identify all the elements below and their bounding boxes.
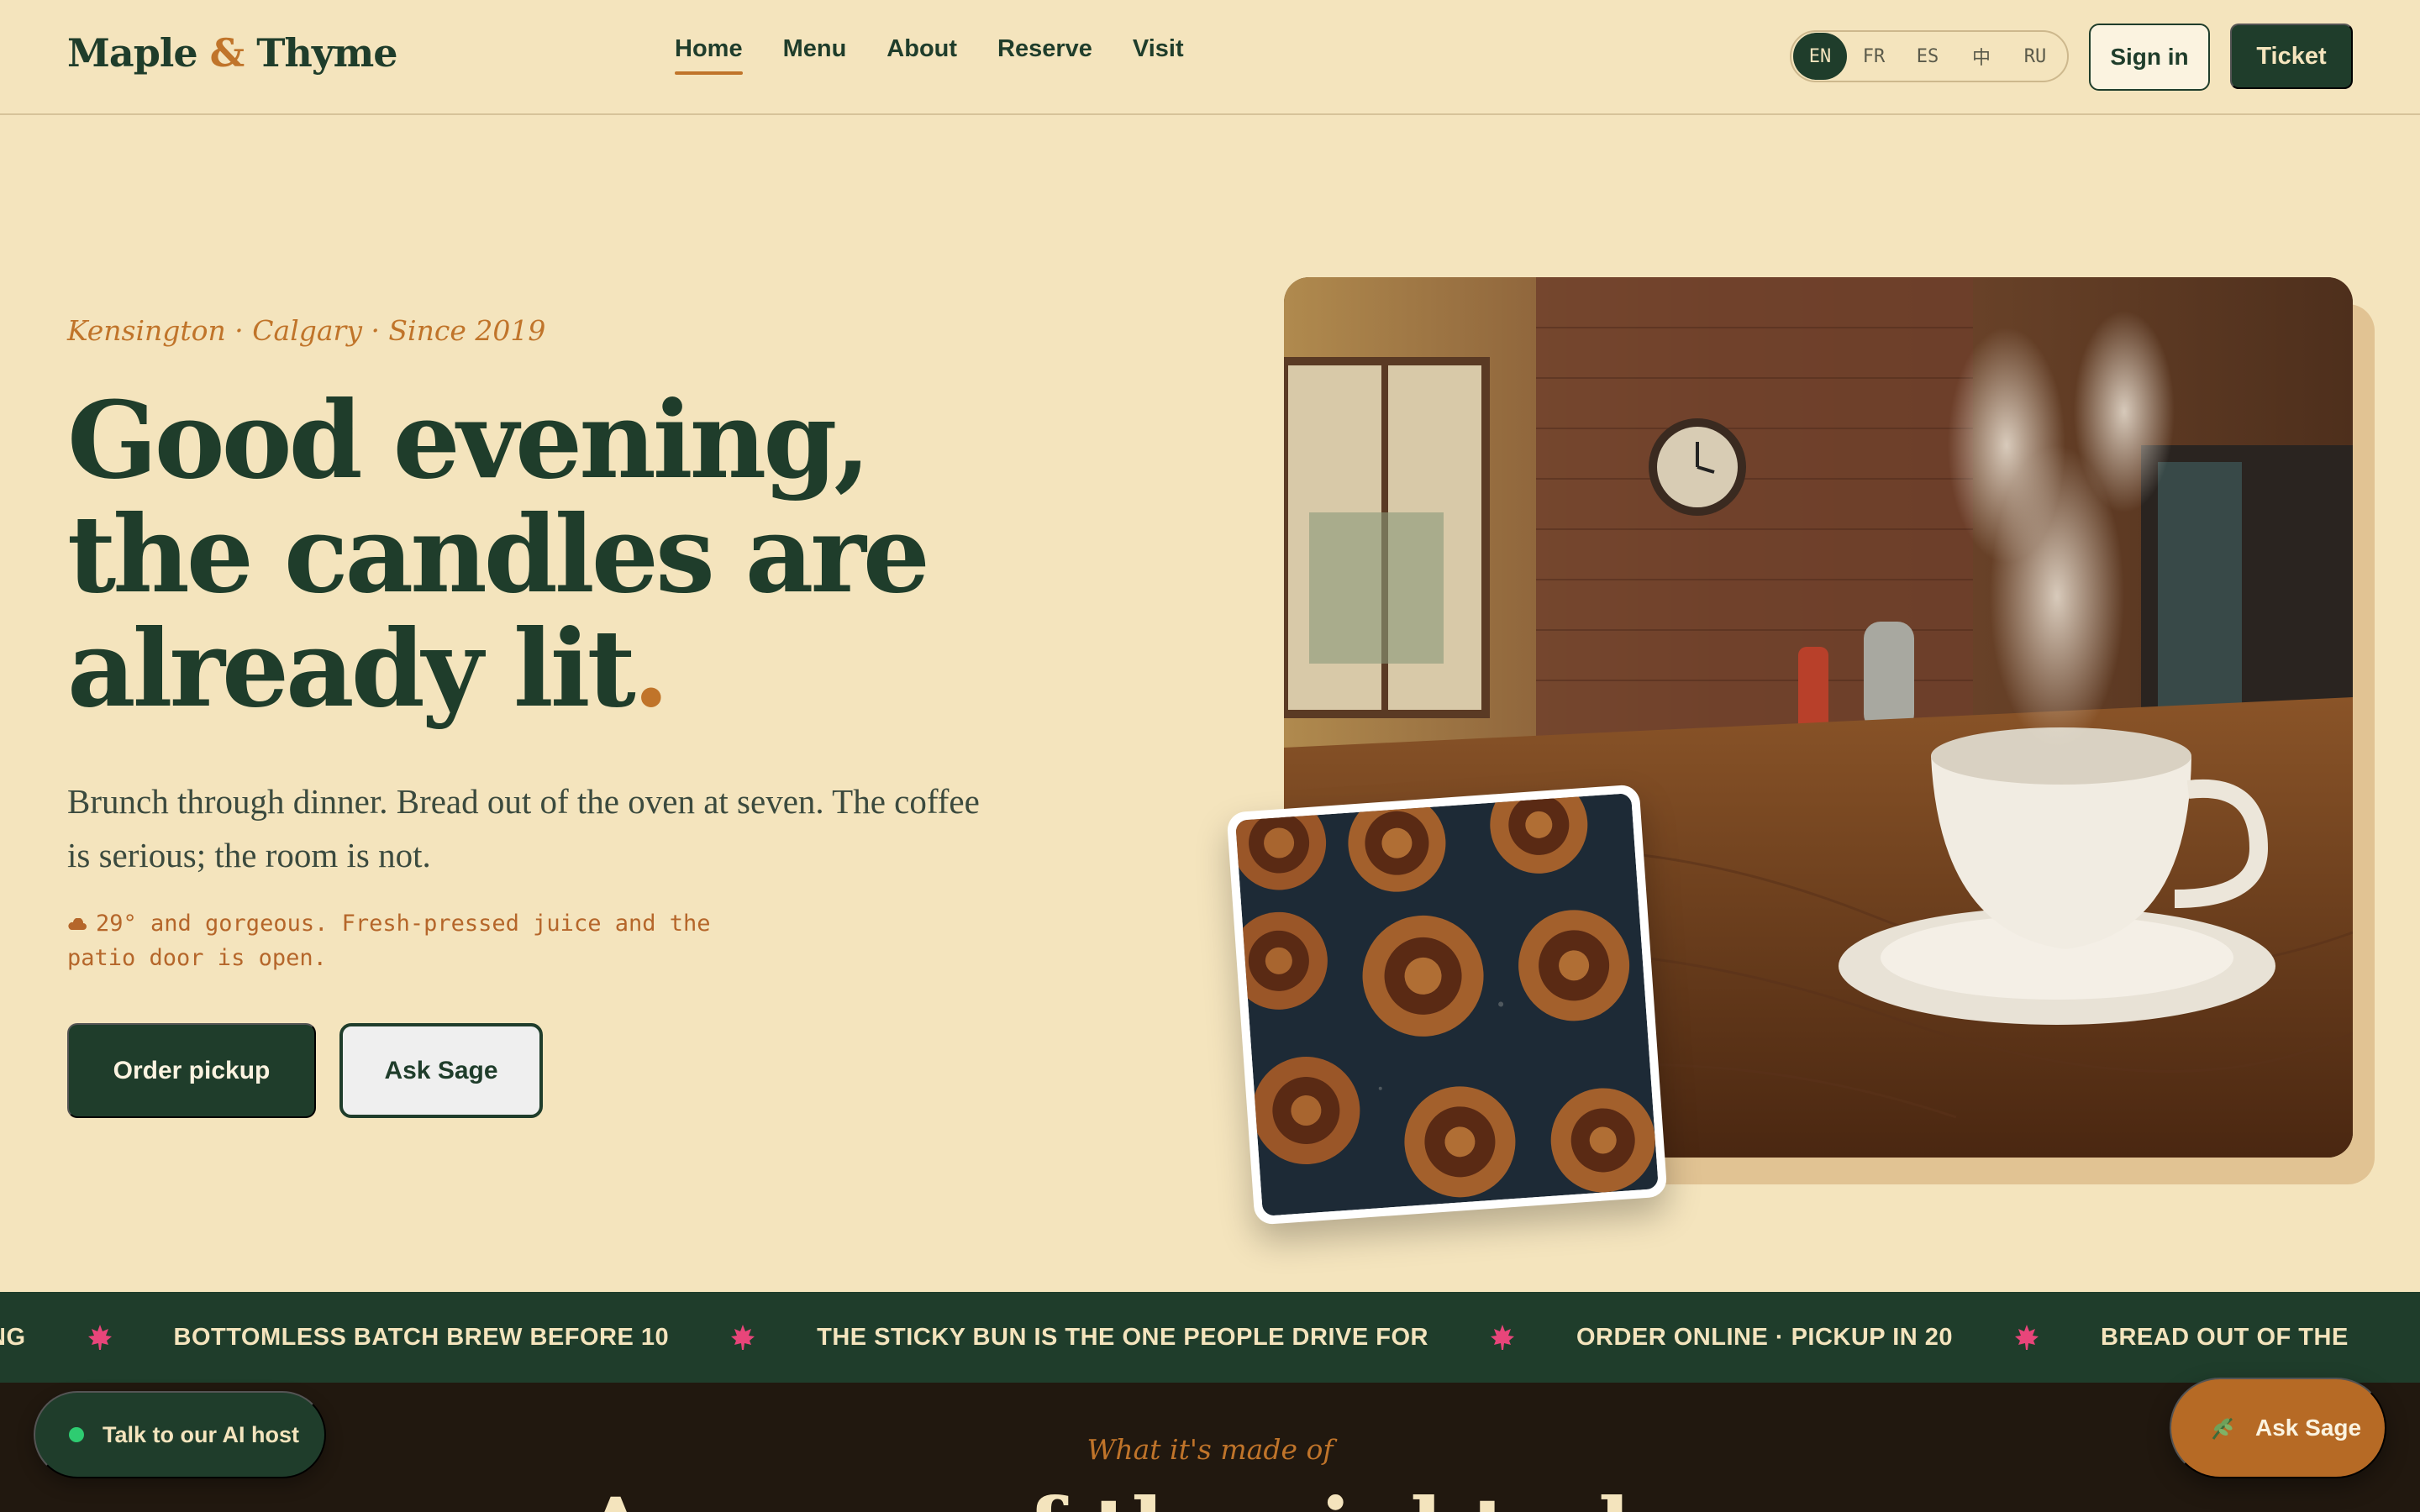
site-header: Maple & Thyme Home Menu About Reserve Vi… xyxy=(0,0,2420,115)
language-switcher: EN FR ES 中 RU xyxy=(1790,30,2069,82)
weather-line-1: 29° and gorgeous. Fresh-pressed juice an… xyxy=(96,911,711,937)
logo-word-2: Thyme xyxy=(256,30,397,76)
ask-sage-label: Ask Sage xyxy=(2255,1415,2362,1441)
logo-word-1: Maple xyxy=(67,30,198,76)
section-title: A menu of the right places xyxy=(0,1487,2420,1512)
logo[interactable]: Maple & Thyme xyxy=(67,30,398,76)
headline-line-2: the candles are xyxy=(67,492,930,617)
hero-eyebrow: Kensington · Calgary · Since 2019 xyxy=(67,314,546,347)
nav-home[interactable]: Home xyxy=(675,35,743,75)
headline-line-3: already lit xyxy=(67,606,636,731)
ask-sage-floating-button[interactable]: Ask Sage xyxy=(2170,1378,2386,1478)
hero-lead: Brunch through dinner. Bread out of the … xyxy=(67,782,980,874)
cinnamon-rolls-photo xyxy=(1226,784,1668,1226)
maple-leaf-icon xyxy=(87,1325,112,1350)
lang-en[interactable]: EN xyxy=(1793,33,1847,80)
order-pickup-button[interactable]: Order pickup xyxy=(67,1023,316,1118)
ai-host-button[interactable]: Talk to our AI host xyxy=(34,1391,326,1478)
logo-ampersand: & xyxy=(209,30,245,76)
headline-line-1: Good evening, xyxy=(67,378,871,502)
ticker-item: BOTTOMLESS BATCH BREW BEFORE 10 xyxy=(173,1323,670,1351)
maple-leaf-icon xyxy=(731,1325,755,1350)
ticker-item: BREAD OUT OF THE xyxy=(2101,1323,2349,1351)
cinnamon-rolls-image xyxy=(1235,793,1659,1216)
ticker-item: ORDER ONLINE · PICKUP IN 20 xyxy=(1576,1323,1954,1351)
ai-host-label: Talk to our AI host xyxy=(103,1421,299,1447)
lang-fr[interactable]: FR xyxy=(1847,33,1901,80)
main-nav: Home Menu About Reserve Visit xyxy=(675,35,1224,75)
sprig-icon xyxy=(2208,1414,2237,1442)
lang-es[interactable]: ES xyxy=(1901,33,1954,80)
lang-zh[interactable]: 中 xyxy=(1954,33,2008,80)
headline-dot: . xyxy=(632,606,670,731)
announcement-ticker: NG BOTTOMLESS BATCH BREW BEFORE 10 THE S… xyxy=(0,1292,2420,1383)
nav-reserve[interactable]: Reserve xyxy=(997,35,1092,75)
online-status-dot xyxy=(69,1427,84,1442)
ticket-button[interactable]: Ticket xyxy=(2230,24,2353,89)
ticker-track: NG BOTTOMLESS BATCH BREW BEFORE 10 THE S… xyxy=(0,1292,2411,1383)
section-eyebrow: What it's made of xyxy=(1086,1433,1334,1466)
ticker-item: THE STICKY BUN IS THE ONE PEOPLE DRIVE F… xyxy=(817,1323,1428,1351)
nav-menu[interactable]: Menu xyxy=(783,35,847,75)
nav-about[interactable]: About xyxy=(886,35,957,75)
weather-line-2: patio door is open. xyxy=(67,944,327,971)
cloud-icon xyxy=(67,908,87,942)
ask-sage-hero-button[interactable]: Ask Sage xyxy=(339,1023,543,1118)
maple-leaf-icon xyxy=(2015,1325,2039,1350)
lang-ru[interactable]: RU xyxy=(2008,33,2062,80)
nav-visit[interactable]: Visit xyxy=(1133,35,1184,75)
maple-leaf-icon xyxy=(1490,1325,1514,1350)
weather-note: 29° and gorgeous. Fresh-pressed juice an… xyxy=(67,907,756,975)
hero-headline: Good evening, the candles are already li… xyxy=(67,383,992,726)
ticker-item: NG xyxy=(0,1323,26,1351)
sign-in-button[interactable]: Sign in xyxy=(2089,24,2210,91)
